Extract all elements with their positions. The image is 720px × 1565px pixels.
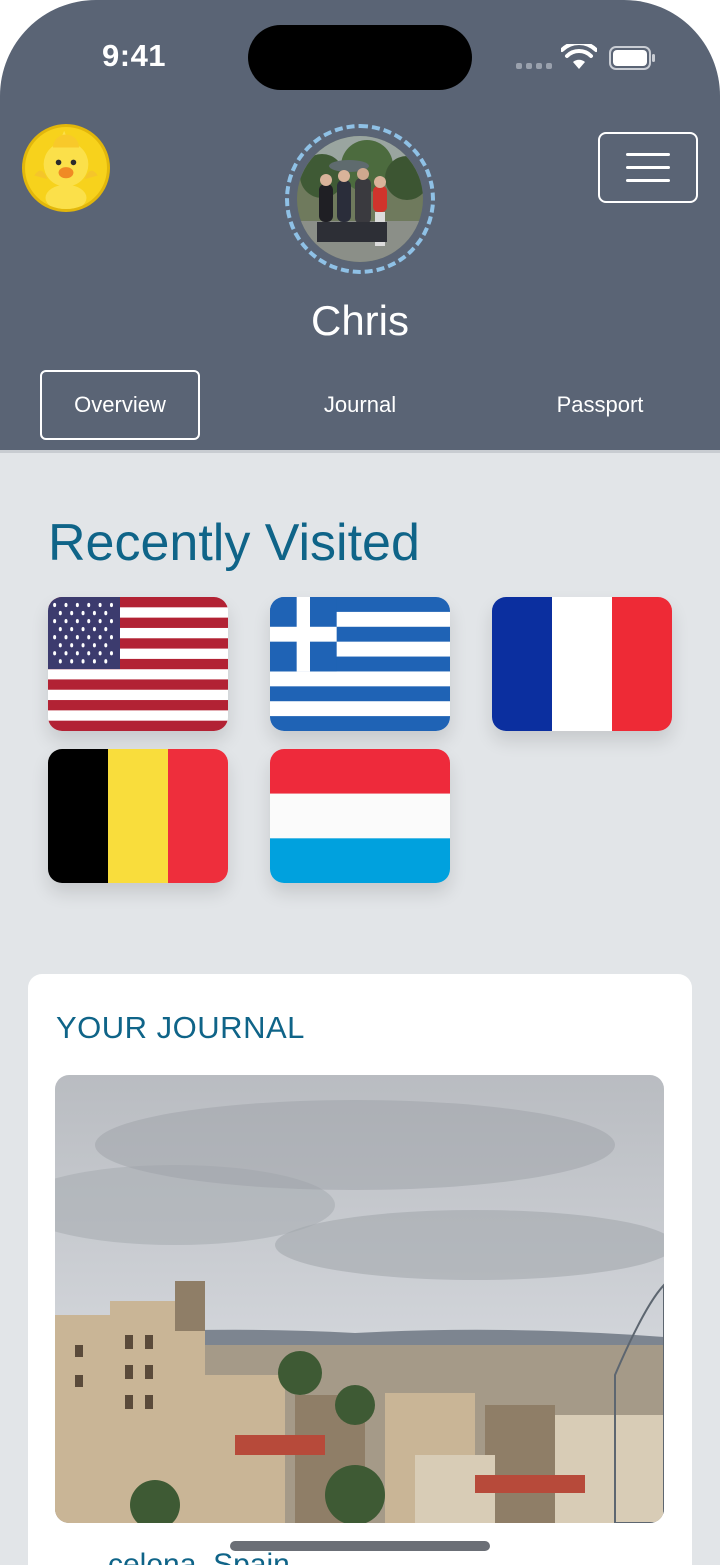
journal-title: YOUR JOURNAL <box>56 1010 305 1045</box>
status-time: 9:41 <box>102 38 167 73</box>
cellular-signal-icon <box>516 63 552 69</box>
menu-line <box>626 153 670 156</box>
greece-flag[interactable] <box>270 597 450 731</box>
tab-overview[interactable]: Overview <box>40 370 200 440</box>
menu-line <box>626 179 670 182</box>
dynamic-island <box>248 25 472 90</box>
profile-header: 9:41 Chris Overview Journal Passport <box>0 0 720 453</box>
tab-journal[interactable]: Journal <box>280 370 440 440</box>
duck-avatar-icon[interactable] <box>22 124 110 212</box>
hamburger-menu-button[interactable] <box>598 132 698 203</box>
journal-photo[interactable] <box>55 1075 664 1523</box>
usa-flag[interactable] <box>48 597 228 731</box>
tab-passport[interactable]: Passport <box>520 370 680 440</box>
profile-photo <box>297 136 423 262</box>
journal-card[interactable]: YOUR JOURNAL celona, Spain <box>28 974 692 1565</box>
menu-line <box>626 166 670 169</box>
app-screen: 9:41 Chris Overview Journal Passport Rec… <box>0 0 720 1565</box>
profile-name: Chris <box>310 297 409 344</box>
france-flag[interactable] <box>492 597 672 731</box>
header-divider <box>0 450 720 453</box>
belgium-flag[interactable] <box>48 749 228 883</box>
wifi-icon <box>561 44 597 69</box>
battery-icon <box>609 46 655 70</box>
luxembourg-flag[interactable] <box>270 749 450 883</box>
home-indicator[interactable] <box>230 1541 490 1551</box>
recently-visited-title: Recently Visited <box>48 514 420 572</box>
profile-photo-ring[interactable] <box>285 124 435 274</box>
